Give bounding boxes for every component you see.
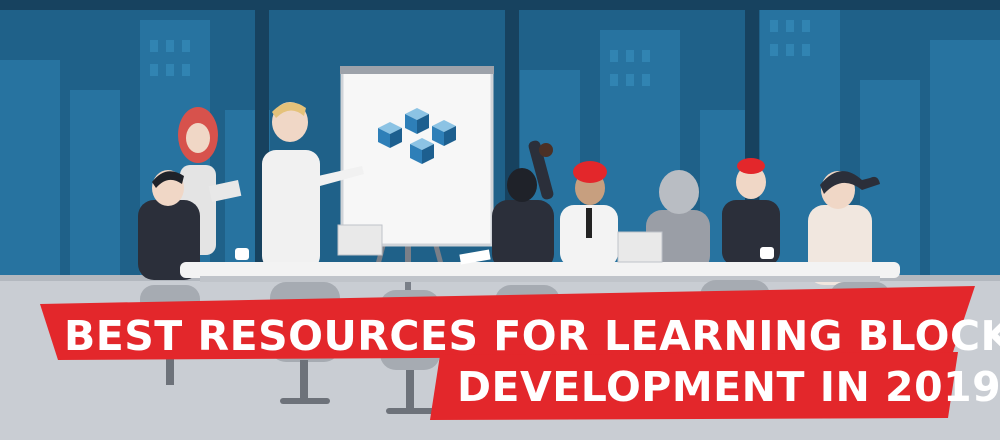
banner-headline-line2: DEVELOPMENT IN 2019 — [457, 363, 1000, 411]
hero-illustration: BEST RESOURCES FOR LEARNING BLOCKCHAIN D… — [0, 0, 1000, 440]
banner-headline-line1: BEST RESOURCES FOR LEARNING BLOCKCHAIN — [64, 312, 1000, 360]
